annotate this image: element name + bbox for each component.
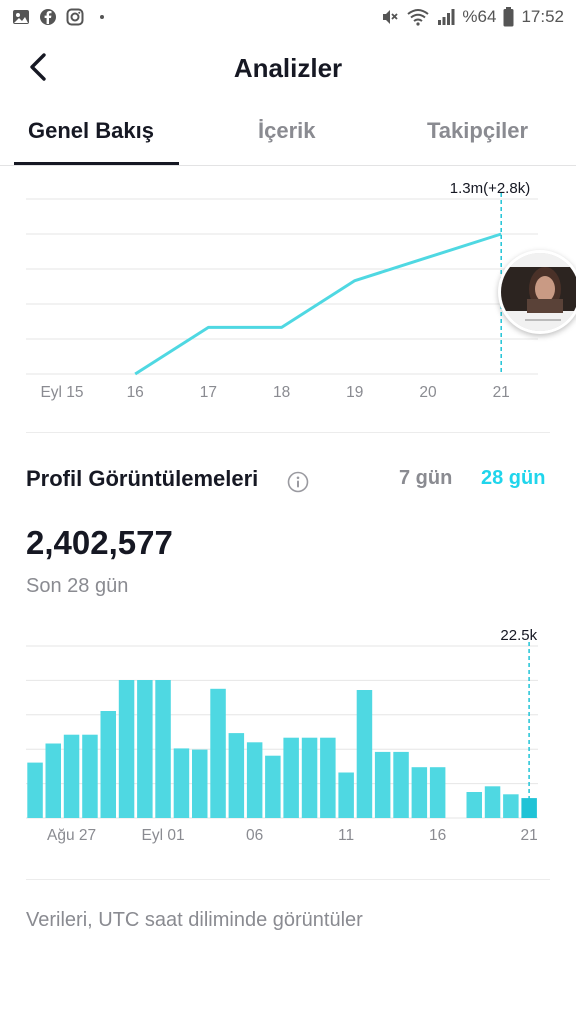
x-tick-label: 16 — [429, 827, 446, 844]
gallery-icon — [13, 10, 29, 24]
x-tick-label: 21 — [520, 827, 537, 844]
bar — [265, 755, 281, 818]
bar — [301, 737, 318, 818]
status-time: 17:52 — [521, 7, 564, 26]
highlight-label: 1.3m(+2.8k) — [450, 180, 530, 197]
highlight-label: 22.5k — [500, 627, 537, 644]
x-tick-label: 16 — [127, 384, 144, 401]
bar — [27, 762, 43, 818]
bar — [466, 792, 482, 818]
tab-followers[interactable]: Takipçiler — [427, 118, 528, 144]
x-tick-label: Eyl 01 — [142, 827, 185, 844]
bar — [137, 680, 153, 818]
bar — [521, 798, 537, 818]
bar — [374, 751, 391, 818]
mute-icon — [383, 10, 399, 24]
x-tick-label: 19 — [346, 384, 363, 401]
battery-icon — [503, 7, 514, 27]
bar — [192, 749, 208, 818]
bar — [393, 751, 409, 818]
profile-views-total: 2,402,577 — [26, 524, 173, 561]
instagram-icon — [66, 8, 84, 26]
bar — [63, 734, 80, 818]
battery-percent: %64 — [462, 7, 497, 26]
bar — [228, 733, 245, 818]
section-divider — [26, 432, 550, 433]
x-tick-label: Eyl 15 — [40, 384, 83, 401]
bar — [246, 742, 263, 818]
video-views-line-chart: 1.3m(+2.8k) Eyl 15 16 17 18 19 20 21 — [26, 180, 538, 401]
bar — [210, 688, 226, 818]
profile-views-chart: 22.5k Ağu 27 Eyl 01 06 11 16 21 — [0, 620, 576, 852]
bar — [411, 767, 428, 818]
footer-divider — [26, 879, 550, 880]
bar — [429, 767, 446, 818]
x-tick-label: 21 — [493, 384, 510, 401]
status-right: %64 17:52 — [381, 7, 564, 27]
profile-views-title: Profil Görüntülemeleri — [26, 466, 259, 491]
video-views-chart: 1.3m(+2.8k) Eyl 15 16 17 18 19 20 21 — [0, 166, 576, 410]
x-tick-label: 17 — [200, 384, 217, 401]
utc-footnote: Verileri, UTC saat diliminde görüntüler — [26, 909, 363, 931]
facebook-icon — [40, 9, 56, 25]
tab-content[interactable]: İçerik — [258, 118, 316, 144]
x-tick-label: 20 — [419, 384, 437, 401]
info-icon[interactable] — [287, 471, 309, 493]
profile-views-period: Son 28 gün — [26, 575, 129, 597]
bar — [338, 772, 354, 818]
range-7-days-button[interactable]: 7 gün — [399, 467, 452, 490]
top-bar: Analizler — [0, 36, 576, 100]
wifi-icon — [407, 9, 430, 26]
video-thumbnail[interactable] — [498, 250, 576, 334]
range-28-days-button[interactable]: 28 gün — [481, 467, 545, 490]
status-left-icons — [12, 8, 111, 26]
x-tick-label: 11 — [338, 827, 354, 844]
x-tick-label: 06 — [246, 827, 263, 844]
video-thumbnail-image — [501, 253, 576, 331]
tab-overview[interactable]: Genel Bakış — [28, 118, 154, 144]
bar — [155, 680, 171, 818]
bar — [283, 737, 299, 818]
bar — [100, 711, 116, 818]
bar — [118, 680, 135, 818]
bar — [45, 743, 61, 818]
bar — [484, 786, 501, 818]
tab-bar: Genel Bakış İçerik Takipçiler — [0, 104, 576, 166]
bar — [82, 734, 98, 818]
bar — [356, 690, 373, 818]
profile-views-bar-chart: 22.5k Ağu 27 Eyl 01 06 11 16 21 — [26, 627, 538, 844]
bar — [173, 748, 190, 818]
signal-icon — [438, 9, 455, 25]
status-bar: %64 17:52 — [0, 0, 576, 36]
dot-icon — [100, 15, 104, 19]
bar — [320, 737, 336, 818]
x-tick-label: 18 — [273, 384, 290, 401]
tab-active-indicator — [14, 162, 179, 165]
page-title: Analizler — [233, 53, 343, 83]
x-tick-label: Ağu 27 — [47, 827, 96, 844]
bar — [503, 794, 519, 818]
